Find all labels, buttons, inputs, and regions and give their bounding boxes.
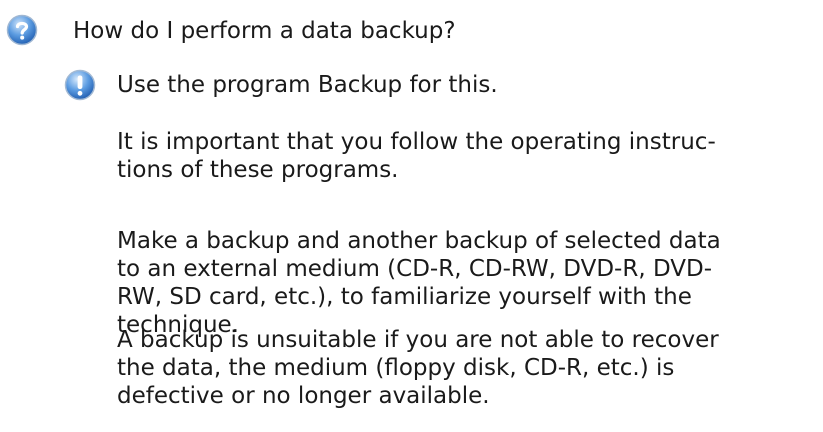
answer-line: Make a backup and another backup of sele… [117,228,721,254]
exclamation-info-icon [64,69,96,101]
answer-paragraph: A backup is unsuitable if you are not ab… [117,326,817,410]
answer-line: the data, the medium (floppy disk, CD-R,… [117,355,675,381]
answer-paragraph: Make a backup and another backup of sele… [117,227,817,339]
answer-line: A backup is unsuitable if you are not ab… [117,327,719,353]
answer-line: It is important that you follow the oper… [117,129,716,155]
answer-paragraph: It is important that you follow the oper… [117,128,817,184]
question-mark-icon [6,14,38,46]
answer-paragraph: Use the program Backup for this. [117,71,817,99]
answer-line: RW, SD card, etc.), to familiarize yours… [117,284,692,310]
faq-question: How do I perform a data backup? [73,18,456,44]
answer-line: tions of these programs. [117,157,399,183]
answer-line: to an external medium (CD-R, CD-RW, DVD-… [117,256,713,282]
answer-line: defective or no longer available. [117,383,490,409]
answer-line: Use the program Backup for this. [117,72,498,98]
